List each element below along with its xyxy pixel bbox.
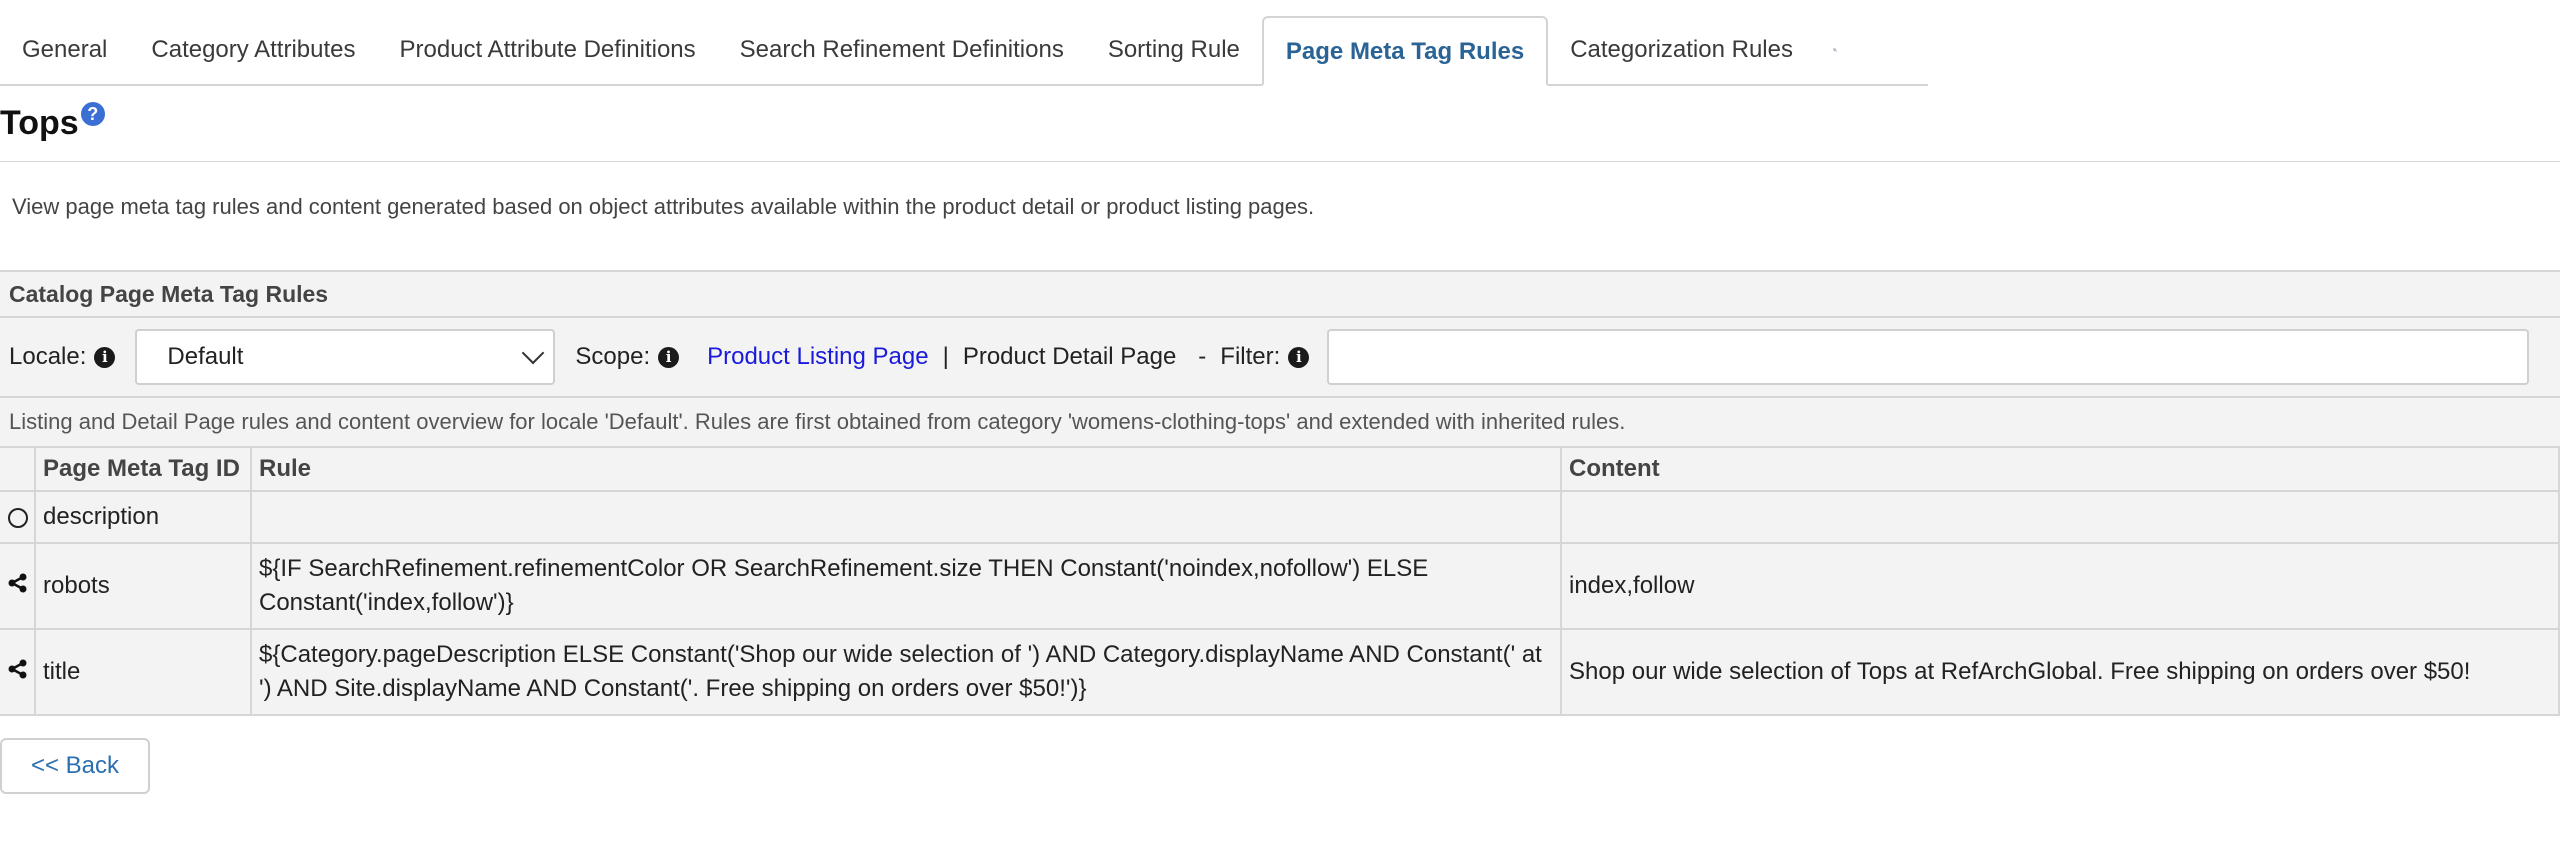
row-select-cell[interactable] <box>0 543 36 630</box>
row-rule <box>251 491 1562 544</box>
help-icon[interactable]: ? <box>80 102 105 126</box>
panel-header: Catalog Page Meta Tag Rules <box>0 272 2560 318</box>
filter-dash: - <box>1198 343 1207 370</box>
meta-tag-rules-table: Page Meta Tag ID Rule Content descriptio… <box>0 448 2560 716</box>
row-id: description <box>35 491 252 544</box>
overview-text: Listing and Detail Page rules and conten… <box>0 398 2560 448</box>
scope-label: Scope: <box>575 343 651 370</box>
column-header-select <box>0 448 36 492</box>
row-rule: ${IF SearchRefinement.refinementColor OR… <box>251 543 1562 630</box>
row-rule: ${Category.pageDescription ELSE Constant… <box>251 629 1562 716</box>
row-select-cell[interactable] <box>0 629 36 716</box>
row-select-cell[interactable] <box>0 491 36 544</box>
share-icon[interactable] <box>8 659 28 679</box>
back-button[interactable]: << Back <box>0 738 150 794</box>
column-header-content: Content <box>1561 448 2560 492</box>
tab-general[interactable]: General <box>0 16 129 84</box>
column-header-id: Page Meta Tag ID <box>35 448 252 492</box>
radio-icon[interactable] <box>8 507 28 528</box>
magnifier-preview-icon <box>1833 48 1837 52</box>
tab-preview[interactable] <box>1815 16 1855 84</box>
page-root: General Category Attributes Product Attr… <box>0 0 2560 868</box>
chevron-down-icon <box>522 341 545 365</box>
locale-select-value: Default <box>167 343 244 370</box>
locale-select[interactable]: Default <box>135 329 556 385</box>
meta-tag-rules-panel: Catalog Page Meta Tag Rules Locale: i De… <box>0 270 2560 716</box>
row-content <box>1561 491 2560 544</box>
scope-separator: | <box>942 343 949 370</box>
locale-info-icon[interactable]: i <box>94 346 116 368</box>
scope-product-listing-link[interactable]: Product Listing Page <box>707 343 928 371</box>
table-row[interactable]: description <box>0 491 2560 544</box>
row-content: Shop our wide selection of Tops at RefAr… <box>1561 629 2560 716</box>
column-header-rule: Rule <box>251 448 1562 492</box>
tab-sorting-rule[interactable]: Sorting Rule <box>1086 16 1262 84</box>
filter-input[interactable] <box>1327 329 2530 385</box>
table-header-row: Page Meta Tag ID Rule Content <box>0 448 2560 492</box>
filter-label: Filter: <box>1220 343 1281 370</box>
scope-info-icon[interactable]: i <box>658 346 680 368</box>
title-divider <box>0 161 2560 162</box>
row-id: robots <box>35 543 252 630</box>
controls-row: Locale: i Default Scope: i Product Listi… <box>0 318 2560 398</box>
title-row: Tops ? <box>0 100 105 160</box>
page-title: Tops <box>0 104 79 142</box>
tab-search-refinement-definitions[interactable]: Search Refinement Definitions <box>718 16 1086 84</box>
filter-info-icon[interactable]: i <box>1288 346 1310 368</box>
locale-label: Locale: <box>9 343 87 370</box>
tab-product-attribute-definitions[interactable]: Product Attribute Definitions <box>378 16 718 84</box>
share-icon[interactable] <box>8 573 28 593</box>
table-row[interactable]: title ${Category.pageDescription ELSE Co… <box>0 629 2560 716</box>
table-row[interactable]: robots ${IF SearchRefinement.refinementC… <box>0 543 2560 630</box>
tab-category-attributes[interactable]: Category Attributes <box>129 16 377 84</box>
scope-product-detail[interactable]: Product Detail Page <box>963 343 1176 371</box>
row-id: title <box>35 629 252 716</box>
row-content: index,follow <box>1561 543 2560 630</box>
tab-categorization-rules[interactable]: Categorization Rules <box>1548 16 1815 84</box>
intro-text: View page meta tag rules and content gen… <box>12 194 1315 219</box>
tab-page-meta-tag-rules[interactable]: Page Meta Tag Rules <box>1261 16 1549 86</box>
tab-bar: General Category Attributes Product Attr… <box>0 16 1928 86</box>
